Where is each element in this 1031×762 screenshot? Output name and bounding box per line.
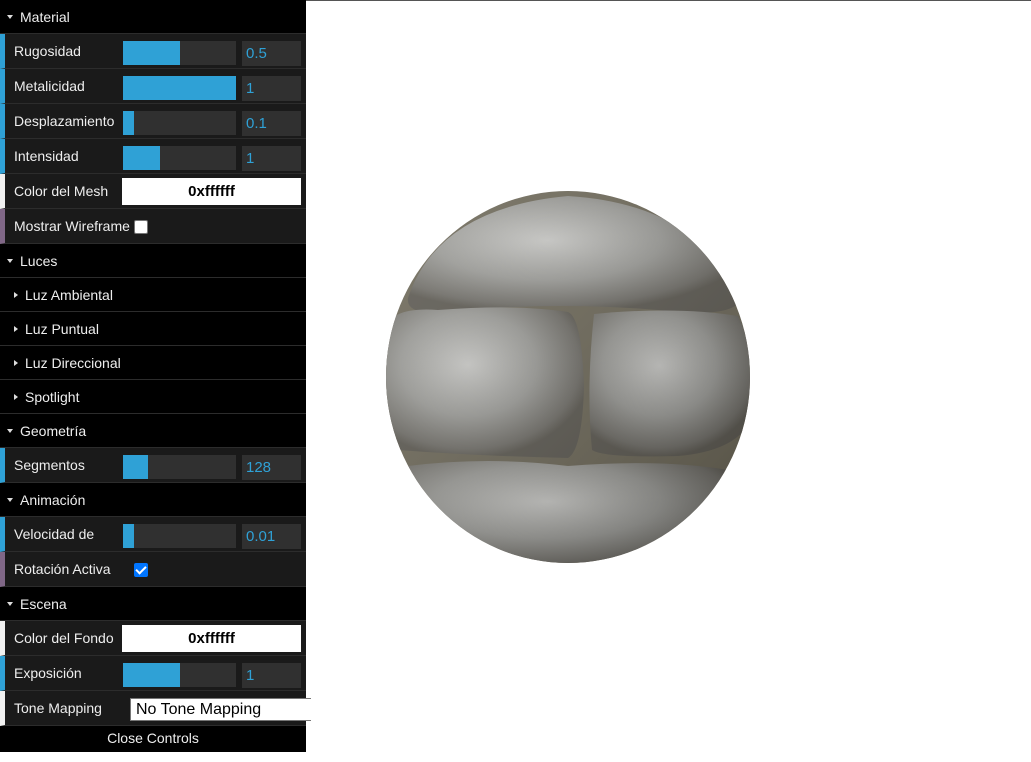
- desplazamiento-control: Desplazamiento 0.1: [0, 104, 306, 139]
- close-controls-button[interactable]: Close Controls: [0, 726, 306, 752]
- folder-label: Material: [20, 8, 70, 25]
- viewport-top-border: [306, 0, 1031, 1]
- wireframe-checkbox[interactable]: [134, 220, 148, 234]
- folder-label: Luces: [20, 252, 58, 269]
- folder-material[interactable]: Material: [0, 0, 306, 34]
- folder-luz-direccional[interactable]: Luz Direccional: [0, 346, 306, 380]
- rotacion-checkbox[interactable]: [134, 563, 148, 577]
- control-label: Mostrar Wireframe: [14, 218, 130, 234]
- control-label: Color del Fondo: [14, 630, 114, 646]
- control-label: Desplazamiento: [14, 113, 115, 129]
- folder-escena[interactable]: Escena: [0, 587, 306, 621]
- rugosidad-input[interactable]: 0.5: [242, 41, 301, 66]
- caret-down-icon: [7, 428, 13, 433]
- folder-label: Luz Direccional: [25, 354, 121, 371]
- controls-panel: Material Rugosidad 0.5 Metalicidad 1 Des…: [0, 0, 311, 752]
- color-mesh-control: Color del Mesh 0xffffff: [0, 174, 306, 209]
- folder-label: Luz Ambiental: [25, 286, 113, 303]
- metalicidad-slider[interactable]: [123, 76, 236, 100]
- folder-label: Luz Puntual: [25, 320, 99, 337]
- segmentos-input[interactable]: 128: [242, 455, 301, 480]
- folder-label: Spotlight: [25, 388, 80, 405]
- control-label: Tone Mapping: [14, 700, 102, 716]
- control-label: Velocidad de: [14, 526, 95, 542]
- caret-right-icon: [14, 393, 18, 400]
- control-label: Intensidad: [14, 148, 79, 164]
- rotacion-control: Rotación Activa: [0, 552, 306, 587]
- control-label: Color del Mesh: [14, 183, 109, 199]
- desplazamiento-slider[interactable]: [123, 111, 236, 135]
- velocidad-slider[interactable]: [123, 524, 236, 548]
- folder-spotlight[interactable]: Spotlight: [0, 380, 306, 414]
- folder-luz-ambiental[interactable]: Luz Ambiental: [0, 278, 306, 312]
- tone-mapping-select[interactable]: No Tone Mapping: [130, 698, 311, 721]
- rugosidad-slider[interactable]: [123, 41, 236, 65]
- caret-down-icon: [7, 601, 13, 606]
- control-label: Rotación Activa: [14, 561, 111, 577]
- caret-right-icon: [14, 325, 18, 332]
- caret-down-icon: [7, 258, 13, 263]
- stone-sphere-render: [386, 191, 750, 563]
- color-fondo-control: Color del Fondo 0xffffff: [0, 621, 306, 656]
- exposicion-input[interactable]: 1: [242, 663, 301, 688]
- folder-animacion[interactable]: Animación: [0, 483, 306, 517]
- control-label: Rugosidad: [14, 43, 81, 59]
- control-label: Segmentos: [14, 457, 85, 473]
- control-label: Metalicidad: [14, 78, 85, 94]
- rugosidad-control: Rugosidad 0.5: [0, 34, 306, 69]
- caret-right-icon: [14, 359, 18, 366]
- exposicion-slider[interactable]: [123, 663, 236, 687]
- segmentos-control: Segmentos 128: [0, 448, 306, 483]
- folder-label: Geometría: [20, 422, 87, 439]
- velocidad-input[interactable]: 0.01: [242, 524, 301, 549]
- velocidad-control: Velocidad de 0.01: [0, 517, 306, 552]
- caret-down-icon: [7, 14, 13, 19]
- metalicidad-input[interactable]: 1: [242, 76, 301, 101]
- metalicidad-control: Metalicidad 1: [0, 69, 306, 104]
- desplazamiento-input[interactable]: 0.1: [242, 111, 301, 136]
- caret-right-icon: [14, 291, 18, 298]
- folder-luces[interactable]: Luces: [0, 244, 306, 278]
- folder-label: Animación: [20, 491, 86, 508]
- intensidad-input[interactable]: 1: [242, 146, 301, 171]
- tone-mapping-control: Tone Mapping No Tone Mapping: [0, 691, 311, 726]
- wireframe-control: Mostrar Wireframe: [0, 209, 306, 244]
- control-label: Exposición: [14, 665, 82, 681]
- intensidad-control: Intensidad 1: [0, 139, 306, 174]
- color-mesh-input[interactable]: 0xffffff: [122, 178, 301, 205]
- color-fondo-input[interactable]: 0xffffff: [122, 625, 301, 652]
- folder-geometria[interactable]: Geometría: [0, 414, 306, 448]
- exposicion-control: Exposición 1: [0, 656, 306, 691]
- intensidad-slider[interactable]: [123, 146, 236, 170]
- segmentos-slider[interactable]: [123, 455, 236, 479]
- folder-luz-puntual[interactable]: Luz Puntual: [0, 312, 306, 346]
- folder-label: Escena: [20, 595, 67, 612]
- caret-down-icon: [7, 497, 13, 502]
- stone-sphere[interactable]: [378, 188, 762, 568]
